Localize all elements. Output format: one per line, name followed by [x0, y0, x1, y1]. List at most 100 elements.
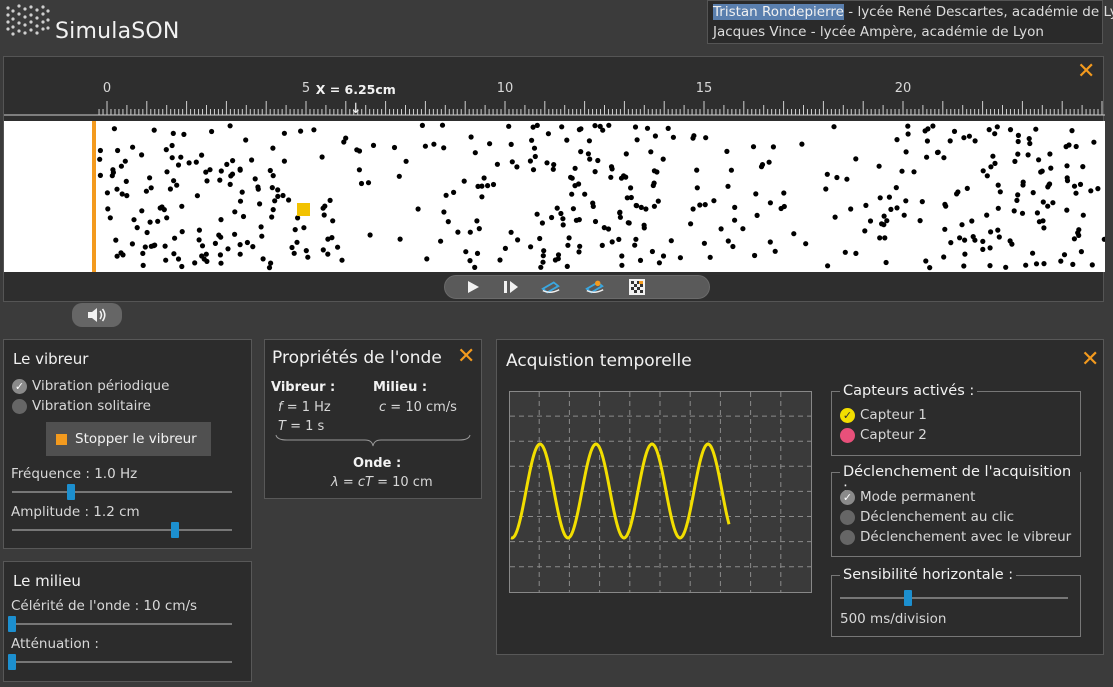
- particle: [490, 181, 497, 188]
- radio-solitary[interactable]: Vibration solitaire: [12, 398, 151, 414]
- particle: [218, 168, 224, 174]
- particle: [962, 251, 968, 257]
- sensitivity-label: 500 ms/division: [840, 611, 947, 627]
- sensitivity-slider[interactable]: [840, 597, 1068, 599]
- particle: [148, 185, 154, 191]
- sensor-1-toggle[interactable]: ✓ Capteur 1: [840, 407, 927, 423]
- particle: [232, 209, 238, 215]
- wave-properties-title: Propriétés de l'onde: [272, 348, 442, 368]
- particle: [224, 161, 230, 167]
- particle: [643, 206, 649, 212]
- particle: [961, 263, 967, 269]
- frequency-slider-thumb[interactable]: [67, 484, 76, 500]
- particle: [576, 217, 582, 223]
- trigger-box: Déclenchement de l'acquisition : ✓ Mode p…: [831, 464, 1081, 557]
- particle: [592, 218, 599, 225]
- particle: [227, 181, 233, 187]
- radio-periodic[interactable]: ✓ Vibration périodique: [12, 378, 169, 394]
- particle: [660, 253, 667, 259]
- particle: [170, 130, 176, 136]
- particle: [942, 226, 948, 232]
- wave-tube[interactable]: [4, 121, 1105, 272]
- particle: [694, 167, 700, 173]
- particle: [509, 159, 515, 165]
- particle: [617, 214, 624, 220]
- ruler[interactable]: 0 5 10 15 20 X = 6.25cm ↓: [4, 57, 1105, 121]
- acquisition-panel: Acquistion temporelle ✕ Capteurs activés…: [496, 339, 1104, 655]
- particle: [551, 162, 557, 168]
- radio-mode-vibreur[interactable]: Déclenchement avec le vibreur: [840, 529, 1071, 545]
- particle: [988, 229, 994, 235]
- particle: [199, 243, 206, 249]
- frequency-slider[interactable]: [12, 491, 232, 493]
- particle: [455, 229, 461, 235]
- particle: [876, 163, 882, 169]
- sensor-2-tool-icon[interactable]: [585, 278, 605, 296]
- particle: [354, 147, 360, 153]
- sensor-2-toggle[interactable]: Capteur 2: [840, 427, 927, 443]
- author-1-name: Tristan Rondepierre: [713, 4, 844, 20]
- particle: [397, 236, 403, 242]
- sound-toggle-button[interactable]: [72, 303, 122, 327]
- particle: [732, 217, 738, 223]
- particle: [623, 151, 629, 157]
- sensor-1-marker[interactable]: [297, 203, 310, 216]
- amplitude-label: Amplitude : 1.2 cm: [11, 504, 140, 520]
- pattern-icon[interactable]: [627, 278, 647, 296]
- particle: [564, 137, 570, 143]
- stop-vibreur-button[interactable]: Stopper le vibreur: [46, 422, 211, 456]
- particle: [528, 244, 534, 250]
- sensor-1-tool-icon[interactable]: [541, 278, 561, 296]
- particle: [365, 180, 372, 186]
- particle: [540, 253, 546, 259]
- particle: [781, 190, 787, 196]
- particle: [972, 138, 978, 144]
- particle: [652, 133, 659, 139]
- sensitivity-slider-thumb[interactable]: [904, 590, 913, 606]
- oscilloscope-screen[interactable]: [509, 391, 812, 593]
- particle: [320, 247, 326, 253]
- radio-mode-click[interactable]: Déclenchement au clic: [840, 509, 1014, 525]
- particle: [289, 244, 295, 251]
- particle: [330, 218, 336, 224]
- particle: [1012, 158, 1018, 164]
- particle: [151, 127, 157, 133]
- particle: [539, 220, 546, 226]
- close-properties-icon[interactable]: ✕: [457, 346, 475, 368]
- radio-mode-permanent[interactable]: ✓ Mode permanent: [840, 489, 975, 505]
- particle: [606, 122, 612, 128]
- particle: [637, 257, 644, 263]
- particle: [1040, 218, 1046, 224]
- particle: [1048, 165, 1054, 171]
- particle: [770, 144, 777, 150]
- particle: [1019, 210, 1026, 216]
- particle: [467, 229, 473, 235]
- period-value: T = 1 s: [278, 419, 325, 434]
- step-icon[interactable]: [501, 278, 521, 296]
- particle: [445, 219, 451, 225]
- particle: [97, 172, 103, 178]
- play-icon[interactable]: [463, 278, 483, 296]
- particle: [619, 262, 625, 268]
- brace-icon: [275, 434, 471, 447]
- particle: [668, 238, 674, 244]
- particle: [281, 130, 287, 136]
- particle: [651, 180, 657, 186]
- particle: [487, 141, 493, 147]
- attenuation-slider[interactable]: [12, 661, 232, 663]
- speed-slider[interactable]: [12, 623, 232, 625]
- sensitivity-box: Sensibilité horizontale : 500 ms/divisio…: [831, 567, 1081, 637]
- vibreur-plate[interactable]: [92, 121, 96, 272]
- amplitude-slider[interactable]: [12, 529, 232, 531]
- particle: [572, 165, 578, 171]
- amplitude-slider-thumb[interactable]: [170, 522, 179, 538]
- speed-slider-thumb[interactable]: [8, 616, 16, 632]
- particle: [194, 193, 200, 199]
- particle: [911, 169, 917, 175]
- attenuation-slider-thumb[interactable]: [8, 654, 16, 670]
- particle: [924, 154, 930, 160]
- particle: [980, 238, 986, 244]
- cursor-arrow-icon[interactable]: ↓: [350, 101, 362, 117]
- close-simulation-icon[interactable]: ✕: [1077, 61, 1095, 83]
- close-acquisition-icon[interactable]: ✕: [1081, 349, 1099, 371]
